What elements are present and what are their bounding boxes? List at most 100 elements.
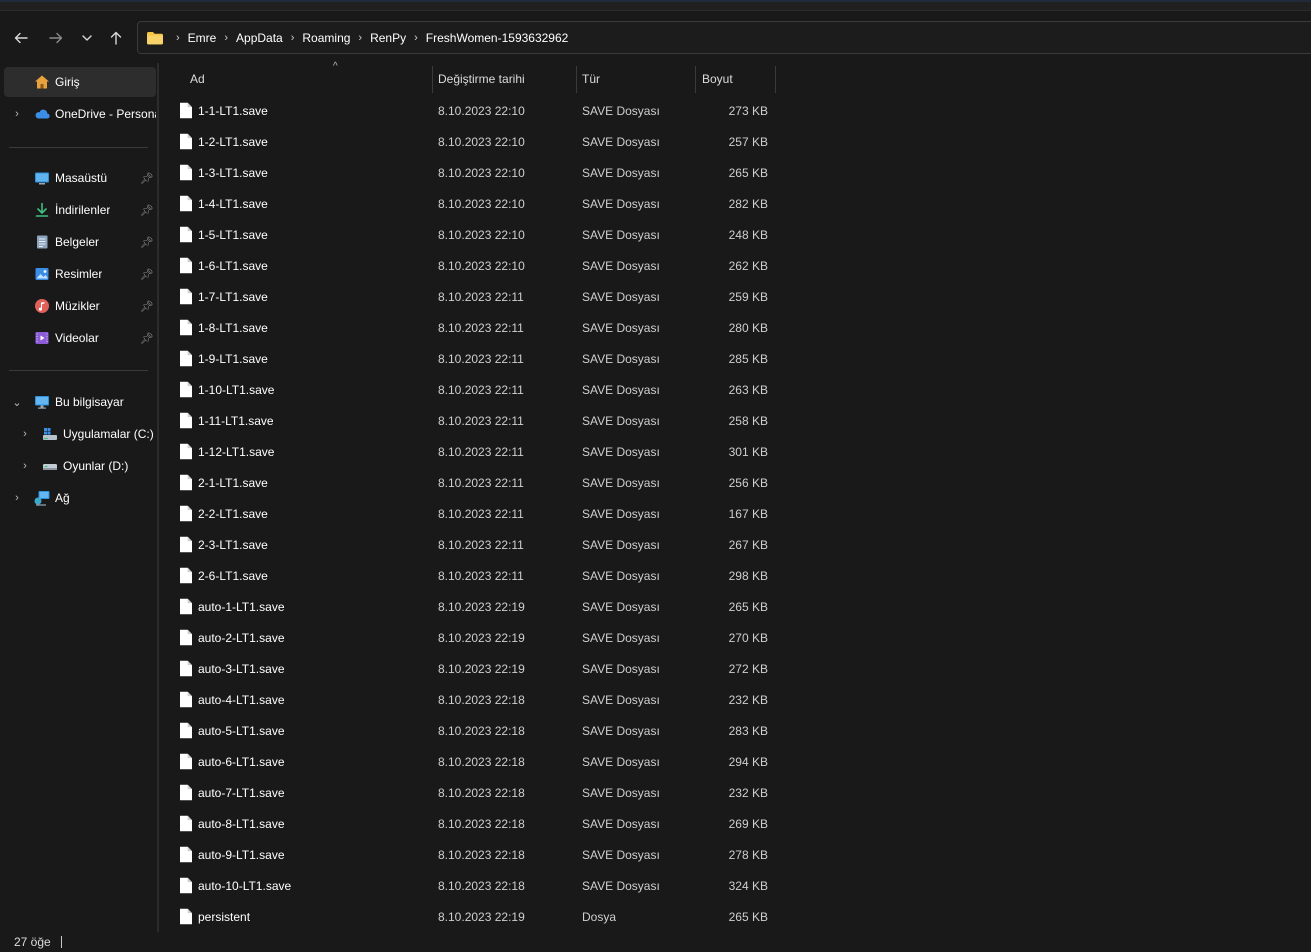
column-divider[interactable] — [576, 66, 577, 93]
pin-icon[interactable]: 📌︎ — [140, 172, 154, 185]
file-icon — [179, 102, 193, 119]
sidebar-item-drive-d[interactable]: › Oyunlar (D:) — [4, 451, 156, 481]
sidebar-item-documents[interactable]: Belgeler 📌︎ — [4, 227, 156, 257]
chevron-right-icon[interactable]: › — [20, 428, 30, 440]
sidebar-item-network[interactable]: › Ağ — [4, 483, 156, 513]
file-size: 285 KB — [728, 352, 768, 366]
chevron-right-icon[interactable]: › — [291, 32, 295, 44]
address-bar[interactable]: › Emre › AppData › Roaming › RenPy › Fre… — [137, 21, 1311, 54]
column-divider[interactable] — [432, 66, 433, 93]
file-type: SAVE Dosyası — [582, 693, 660, 707]
recent-locations-button[interactable] — [74, 26, 100, 50]
file-row[interactable]: auto-6-LT1.save 8.10.2023 22:18 SAVE Dosya… — [174, 746, 778, 777]
file-type: SAVE Dosyası — [582, 135, 660, 149]
column-header-name[interactable]: Ad ^ — [190, 61, 430, 94]
file-row[interactable]: 1-11-LT1.save 8.10.2023 22:11 SAVE Dosyası… — [174, 405, 778, 436]
sidebar-item-drive-c[interactable]: › Uygulamalar (C:) — [4, 419, 156, 449]
file-date: 8.10.2023 22:10 — [438, 104, 525, 118]
file-row[interactable]: 1-3-LT1.save 8.10.2023 22:10 SAVE Dosyası 2… — [174, 157, 778, 188]
column-divider[interactable] — [775, 66, 776, 93]
pin-icon[interactable]: 📌︎ — [140, 204, 154, 217]
breadcrumb-item[interactable]: AppData — [236, 31, 283, 45]
file-date: 8.10.2023 22:18 — [438, 848, 525, 862]
file-row[interactable]: 1-6-LT1.save 8.10.2023 22:10 SAVE Dosyası 2… — [174, 250, 778, 281]
breadcrumb-item[interactable]: Roaming — [302, 31, 350, 45]
sidebar-item-onedrive[interactable]: › OneDrive - Personal — [4, 99, 156, 129]
file-row[interactable]: 1-4-LT1.save 8.10.2023 22:10 SAVE Dosyası 2… — [174, 188, 778, 219]
sidebar-item-videos[interactable]: Videolar 📌︎ — [4, 323, 156, 353]
file-row[interactable]: auto-9-LT1.save 8.10.2023 22:18 SAVE Dosya… — [174, 839, 778, 870]
file-icon — [179, 474, 193, 491]
sidebar-item-desktop[interactable]: Masaüstü 📌︎ — [4, 163, 156, 193]
pin-icon[interactable]: 📌︎ — [140, 332, 154, 345]
column-header-label: Değiştirme tarihi — [438, 71, 525, 86]
file-row[interactable]: 1-1-LT1.save 8.10.2023 22:10 SAVE Dosyası 2… — [174, 95, 778, 126]
column-header-size[interactable]: Boyut — [702, 63, 772, 94]
sidebar-item-home[interactable]: Giriş — [4, 67, 156, 97]
file-name: auto-8-LT1.save — [198, 817, 285, 831]
file-name: auto-9-LT1.save — [198, 848, 285, 862]
sidebar-item-pictures[interactable]: Resimler 📌︎ — [4, 259, 156, 289]
file-row[interactable]: 2-2-LT1.save 8.10.2023 22:11 SAVE Dosyası 1… — [174, 498, 778, 529]
pane-splitter[interactable] — [157, 63, 159, 932]
file-row[interactable]: auto-5-LT1.save 8.10.2023 22:18 SAVE Dosya… — [174, 715, 778, 746]
column-header-date[interactable]: Değiştirme tarihi — [438, 63, 574, 94]
file-row[interactable]: 2-3-LT1.save 8.10.2023 22:11 SAVE Dosyası 2… — [174, 529, 778, 560]
chevron-right-icon[interactable]: › — [20, 460, 30, 472]
file-row[interactable]: 1-8-LT1.save 8.10.2023 22:11 SAVE Dosyası 2… — [174, 312, 778, 343]
file-row[interactable]: auto-2-LT1.save 8.10.2023 22:19 SAVE Dosya… — [174, 622, 778, 653]
file-row[interactable]: auto-1-LT1.save 8.10.2023 22:19 SAVE Dosya… — [174, 591, 778, 622]
sidebar-item-label: Resimler — [55, 267, 103, 281]
music-icon — [34, 298, 50, 314]
file-row[interactable]: 2-6-LT1.save 8.10.2023 22:11 SAVE Dosyası 2… — [174, 560, 778, 591]
sidebar-item-label: Belgeler — [55, 235, 100, 249]
file-name: 2-1-LT1.save — [198, 476, 268, 490]
pin-icon[interactable]: 📌︎ — [140, 300, 154, 313]
file-date: 8.10.2023 22:11 — [438, 321, 524, 335]
file-row[interactable]: auto-7-LT1.save 8.10.2023 22:18 SAVE Dosya… — [174, 777, 778, 808]
file-row[interactable]: 2-1-LT1.save 8.10.2023 22:11 SAVE Dosyası 2… — [174, 467, 778, 498]
file-row[interactable]: persistent 8.10.2023 22:19 Dosya 265 KB — [174, 901, 778, 932]
file-size: 259 KB — [728, 290, 768, 304]
file-row[interactable]: 1-5-LT1.save 8.10.2023 22:10 SAVE Dosyası 2… — [174, 219, 778, 250]
file-name: 1-8-LT1.save — [198, 321, 268, 335]
pin-icon[interactable]: 📌︎ — [140, 236, 154, 249]
computer-icon — [34, 394, 50, 410]
navigation-pane: Giriş › OneDrive - Personal Masaüstü 📌︎ … — [0, 63, 158, 932]
column-header-type[interactable]: Tür — [582, 63, 694, 94]
file-icon — [179, 784, 193, 801]
breadcrumb-item[interactable]: FreshWomen-1593632962 — [426, 31, 569, 45]
chevron-right-icon[interactable]: › — [224, 32, 228, 44]
file-date: 8.10.2023 22:10 — [438, 228, 525, 242]
back-button[interactable] — [8, 26, 34, 50]
breadcrumb-item[interactable]: RenPy — [370, 31, 406, 45]
file-row[interactable]: 1-2-LT1.save 8.10.2023 22:10 SAVE Dosyası 2… — [174, 126, 778, 157]
sidebar-item-downloads[interactable]: İndirilenler 📌︎ — [4, 195, 156, 225]
chevron-right-icon[interactable]: › — [414, 32, 418, 44]
column-header-label: Ad — [190, 71, 205, 86]
chevron-down-icon[interactable]: ⌄ — [12, 396, 22, 409]
column-divider[interactable] — [695, 66, 696, 93]
file-icon — [179, 753, 193, 770]
breadcrumb-item[interactable]: Emre — [188, 31, 217, 45]
chevron-right-icon[interactable]: › — [12, 108, 22, 120]
file-name: 1-10-LT1.save — [198, 383, 275, 397]
file-type: SAVE Dosyası — [582, 724, 660, 738]
file-row[interactable]: auto-10-LT1.save 8.10.2023 22:18 SAVE Dosy… — [174, 870, 778, 901]
file-row[interactable]: 1-9-LT1.save 8.10.2023 22:11 SAVE Dosyası 2… — [174, 343, 778, 374]
file-row[interactable]: 1-12-LT1.save 8.10.2023 22:11 SAVE Dosyası… — [174, 436, 778, 467]
sidebar-item-this-pc[interactable]: ⌄ Bu bilgisayar — [4, 387, 156, 417]
sidebar-item-music[interactable]: Müzikler 📌︎ — [4, 291, 156, 321]
file-row[interactable]: auto-4-LT1.save 8.10.2023 22:18 SAVE Dosya… — [174, 684, 778, 715]
up-button[interactable] — [103, 26, 129, 50]
pin-icon[interactable]: 📌︎ — [140, 268, 154, 281]
file-row[interactable]: auto-3-LT1.save 8.10.2023 22:19 SAVE Dosya… — [174, 653, 778, 684]
file-name: auto-10-LT1.save — [198, 879, 292, 893]
chevron-right-icon[interactable]: › — [12, 492, 22, 504]
file-name: 1-12-LT1.save — [198, 445, 275, 459]
file-row[interactable]: auto-8-LT1.save 8.10.2023 22:18 SAVE Dosya… — [174, 808, 778, 839]
file-row[interactable]: 1-10-LT1.save 8.10.2023 22:11 SAVE Dosyası… — [174, 374, 778, 405]
file-row[interactable]: 1-7-LT1.save 8.10.2023 22:11 SAVE Dosyası 2… — [174, 281, 778, 312]
chevron-right-icon[interactable]: › — [358, 32, 362, 44]
forward-button[interactable] — [43, 26, 69, 50]
